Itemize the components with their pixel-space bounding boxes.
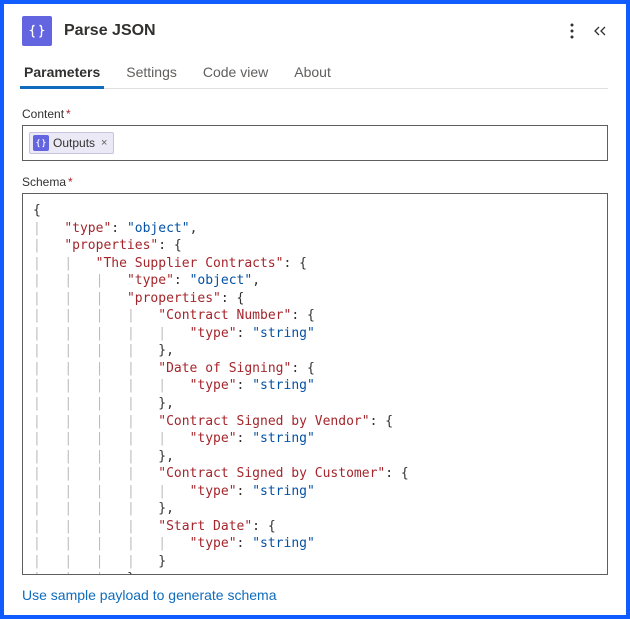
content-label: Content* [22,107,608,121]
token-chip[interactable]: Outputs × [29,132,114,154]
panel-title: Parse JSON [64,22,558,40]
tab-settings[interactable]: Settings [124,64,179,88]
tab-code-view[interactable]: Code view [201,64,270,88]
generate-schema-link[interactable]: Use sample payload to generate schema [22,587,276,603]
token-chip-label: Outputs [53,136,95,150]
tab-about[interactable]: About [292,64,333,88]
remove-chip-button[interactable]: × [101,137,107,149]
collapse-panel-button[interactable] [592,24,608,38]
tab-bar: Parameters Settings Code view About [22,64,608,89]
more-options-button[interactable] [570,23,574,39]
json-braces-icon [33,135,49,151]
json-braces-icon [22,16,52,46]
content-input[interactable]: Outputs × [22,125,608,161]
tab-parameters[interactable]: Parameters [22,64,102,88]
schema-textarea[interactable]: { | "type": "object", | "properties": { … [22,193,608,575]
schema-label: Schema* [22,175,608,189]
panel-header: Parse JSON [22,16,608,46]
